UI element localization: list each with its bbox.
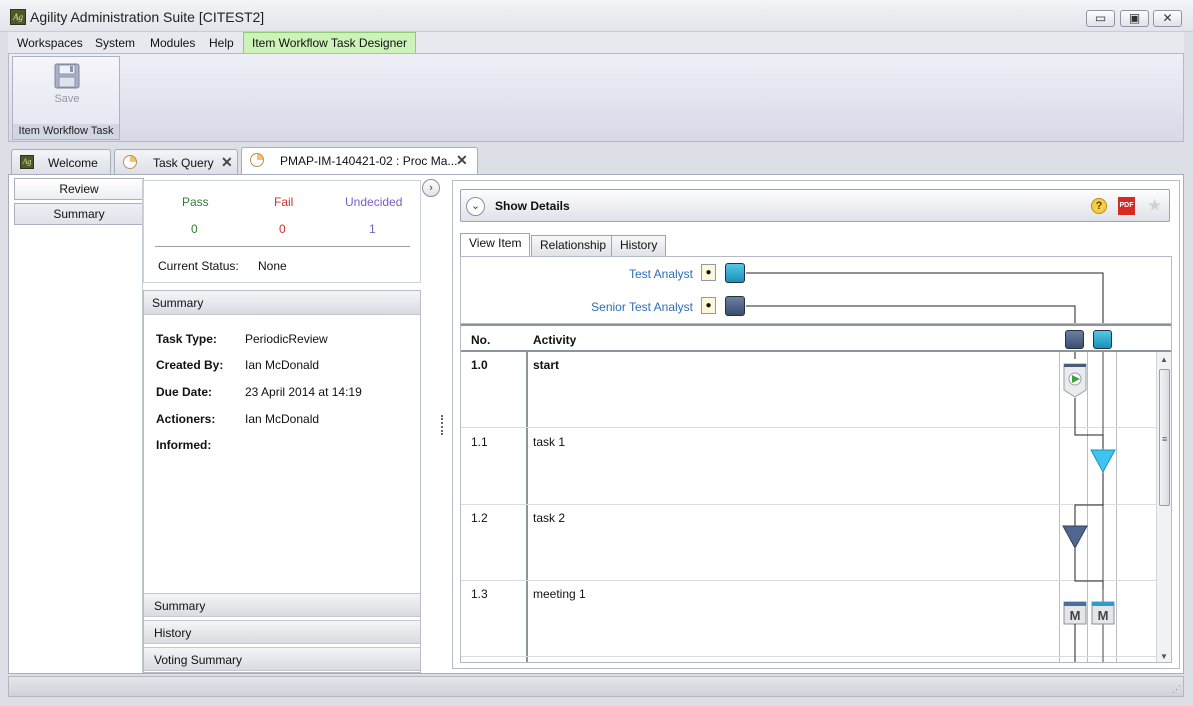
start-play-icon[interactable]	[1063, 363, 1087, 398]
tab-label: Task Query	[153, 156, 214, 170]
task-type-label: Task Type:	[156, 332, 217, 346]
informed-label: Informed:	[156, 438, 212, 452]
current-status-label: Current Status:	[158, 259, 239, 273]
menu-help[interactable]: Help	[209, 36, 234, 50]
tab-label: PMAP-IM-140421-02 : Proc Ma...	[280, 154, 458, 168]
ribbon-group-item-workflow-task: Save Item Workflow Task	[12, 56, 120, 140]
menu-modules[interactable]: Modules	[150, 36, 195, 50]
created-by-value: Ian McDonald	[245, 358, 320, 372]
help-icon[interactable]: ?	[1091, 198, 1107, 214]
summary-header[interactable]: Summary	[144, 291, 420, 315]
tab-label: Welcome	[48, 156, 98, 170]
splitter-handle[interactable]	[441, 415, 444, 435]
actioners-value: Ian McDonald	[245, 412, 320, 426]
save-label: Save	[54, 93, 80, 105]
scroll-thumb[interactable]: ≡	[1159, 369, 1170, 506]
vertical-scrollbar[interactable]: ▲ ≡ ▼	[1156, 352, 1171, 662]
accordion-summary[interactable]: Summary	[144, 593, 420, 617]
ribbon-group-label: Item Workflow Task	[13, 124, 119, 139]
chevron-down-icon[interactable]: ⌄	[466, 197, 485, 216]
document-tabs: Ag Welcome Task Query ✕ PMAP-IM-140421-0…	[8, 147, 1184, 174]
window-title: Agility Administration Suite [CITEST2]	[30, 9, 265, 25]
role-connector-lines	[746, 272, 1104, 324]
scroll-down-icon[interactable]: ▼	[1160, 652, 1168, 661]
ribbon: Save Item Workflow Task	[8, 53, 1184, 142]
role-lanes: Test Analyst ● Senior Test Analyst ●	[460, 256, 1172, 324]
item-panel: ⌄ Show Details ? PDF ★ View Item Relatio…	[452, 180, 1180, 669]
tab-relationship[interactable]: Relationship	[531, 235, 616, 256]
menu-bar: Workspaces System Modules Help Item Work…	[8, 32, 1184, 53]
vote-tally: Pass Fail Undecided 0 0 1 Current Status…	[143, 180, 421, 283]
pie-chart-icon	[123, 155, 137, 169]
show-details-label: Show Details	[495, 199, 570, 213]
task-type-value: PeriodicReview	[245, 332, 328, 346]
created-by-label: Created By:	[156, 358, 224, 372]
task-triangle-icon[interactable]	[1062, 525, 1088, 550]
menu-workspaces[interactable]: Workspaces	[17, 36, 83, 50]
pdf-icon[interactable]: PDF	[1118, 197, 1135, 215]
close-window-button[interactable]: ✕	[1153, 10, 1182, 27]
task-triangle-icon[interactable]	[1090, 449, 1116, 474]
accordion-history[interactable]: History	[144, 620, 420, 644]
due-date-label: Due Date:	[156, 385, 213, 399]
show-details-bar[interactable]: ⌄ Show Details ? PDF ★	[460, 189, 1170, 222]
activity-grid: No. Activity 1.0 start 1.1 task 1 1.2 ta…	[460, 323, 1172, 663]
menu-system[interactable]: System	[95, 36, 135, 50]
undecided-label: Undecided	[345, 195, 403, 209]
maximize-button[interactable]: ▣	[1120, 10, 1149, 27]
accordion-voting-summary[interactable]: Voting Summary	[144, 647, 420, 671]
status-bar: ⋰	[8, 676, 1184, 697]
meeting-calendar-icon[interactable]: M	[1063, 601, 1087, 625]
meeting-calendar-icon[interactable]: M	[1091, 601, 1115, 625]
task-content-area: Review Summary Pass Fail Undecided 0 0 1…	[8, 174, 1184, 674]
workflow-diagram: M M	[1062, 352, 1116, 662]
save-button[interactable]: Save	[39, 63, 95, 111]
menu-item-workflow-task-designer[interactable]: Item Workflow Task Designer	[243, 32, 416, 53]
undecided-count: 1	[369, 222, 376, 236]
app-logo-icon: Ag	[10, 9, 26, 25]
divider	[155, 246, 410, 247]
meeting-glyph: M	[1098, 608, 1109, 623]
pass-count: 0	[191, 222, 198, 236]
expand-panel-button[interactable]: ›	[422, 179, 440, 197]
tab-view-item[interactable]: View Item	[460, 233, 531, 256]
current-status-value: None	[258, 259, 287, 273]
fail-count: 0	[279, 222, 286, 236]
close-tab-icon[interactable]: ✕	[221, 154, 233, 171]
fail-label: Fail	[274, 195, 294, 209]
minimize-button[interactable]: ▭	[1086, 10, 1115, 27]
pass-label: Pass	[182, 195, 209, 209]
side-tab-summary[interactable]: Summary	[14, 203, 144, 225]
ag-logo-icon: Ag	[20, 155, 34, 169]
tab-task-query[interactable]: Task Query ✕	[114, 149, 238, 174]
side-tab-review[interactable]: Review	[14, 178, 144, 200]
tab-welcome[interactable]: Ag Welcome	[11, 149, 111, 174]
resize-grip-icon[interactable]: ⋰	[1172, 684, 1181, 695]
close-tab-icon[interactable]: ✕	[456, 152, 468, 169]
actioners-label: Actioners:	[156, 412, 216, 426]
title-bar: Ag Agility Administration Suite [CITEST2…	[0, 0, 1193, 32]
summary-details: Summary Task Type: PeriodicReview Create…	[143, 290, 421, 673]
tab-pmap-item[interactable]: PMAP-IM-140421-02 : Proc Ma... ✕	[241, 147, 478, 174]
due-date-value: 23 April 2014 at 14:19	[245, 385, 362, 399]
pie-chart-icon	[250, 153, 264, 167]
grip-icon: ≡	[1162, 434, 1168, 444]
star-icon[interactable]: ★	[1147, 196, 1162, 216]
tab-history[interactable]: History	[611, 235, 667, 256]
meeting-glyph: M	[1070, 608, 1081, 623]
floppy-disk-icon	[54, 63, 80, 89]
summary-panel: Pass Fail Undecided 0 0 1 Current Status…	[142, 180, 421, 673]
scroll-up-icon[interactable]: ▲	[1160, 355, 1168, 364]
